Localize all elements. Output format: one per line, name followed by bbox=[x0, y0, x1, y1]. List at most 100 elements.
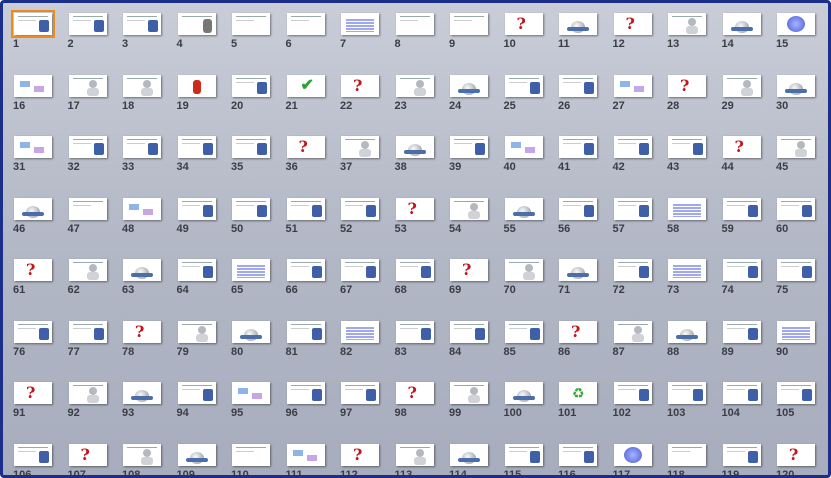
slide-thumbnail[interactable] bbox=[722, 320, 761, 343]
slide-item[interactable]: 55 bbox=[497, 193, 551, 253]
slide-thumbnail[interactable] bbox=[123, 443, 161, 466]
slide-thumbnail[interactable] bbox=[68, 320, 107, 343]
slide-item[interactable]: ? 61 bbox=[6, 254, 60, 314]
slide-item[interactable]: 52 bbox=[333, 193, 387, 253]
slide-item[interactable]: 47 bbox=[61, 193, 115, 253]
slide-item[interactable]: 3 bbox=[115, 8, 169, 68]
slide-item[interactable]: ♻ 101 bbox=[551, 377, 605, 437]
slide-thumbnail[interactable] bbox=[286, 259, 325, 281]
slide-thumbnail[interactable] bbox=[777, 13, 815, 35]
slide-thumbnail[interactable] bbox=[14, 136, 52, 158]
slide-thumbnail[interactable] bbox=[668, 197, 706, 220]
slide-item[interactable]: 35 bbox=[224, 131, 278, 191]
slide-item[interactable]: 54 bbox=[442, 193, 496, 253]
slide-thumbnail[interactable] bbox=[559, 74, 597, 97]
slide-item[interactable]: 11 bbox=[551, 8, 605, 68]
slide-thumbnail[interactable] bbox=[668, 136, 706, 158]
slide-item[interactable]: ? 120 bbox=[769, 439, 823, 475]
slide-item[interactable]: 31 bbox=[6, 131, 60, 191]
slide-thumbnail[interactable] bbox=[177, 74, 216, 97]
slide-item[interactable]: 70 bbox=[497, 254, 551, 314]
slide-thumbnail[interactable] bbox=[722, 382, 761, 404]
slide-thumbnail[interactable] bbox=[232, 259, 270, 281]
slide-thumbnail[interactable] bbox=[504, 259, 543, 281]
slide-item[interactable]: 96 bbox=[279, 377, 333, 437]
slide-thumbnail[interactable] bbox=[450, 74, 488, 97]
slide-thumbnail[interactable] bbox=[613, 320, 652, 343]
slide-thumbnail[interactable] bbox=[123, 197, 161, 220]
slide-thumbnail[interactable] bbox=[504, 320, 543, 343]
slide-item[interactable]: 40 bbox=[497, 131, 551, 191]
slide-thumbnail[interactable]: ? bbox=[68, 443, 107, 466]
slide-thumbnail[interactable]: ? bbox=[668, 74, 706, 97]
slide-thumbnail[interactable] bbox=[177, 136, 216, 158]
slide-thumbnail[interactable] bbox=[613, 259, 652, 281]
slide-thumbnail[interactable] bbox=[14, 74, 52, 97]
slide-item[interactable]: 117 bbox=[606, 439, 660, 475]
slide-thumbnail[interactable]: ♻ bbox=[559, 382, 597, 404]
slide-thumbnail[interactable] bbox=[777, 136, 815, 158]
slide-item[interactable]: 29 bbox=[715, 70, 769, 130]
slide-item[interactable]: 27 bbox=[606, 70, 660, 130]
slide-thumbnail[interactable] bbox=[559, 259, 597, 281]
slide-thumbnail[interactable] bbox=[232, 136, 270, 158]
slide-item[interactable]: 19 bbox=[170, 70, 224, 130]
slide-thumbnail[interactable] bbox=[68, 74, 107, 97]
slide-item[interactable]: 88 bbox=[660, 316, 714, 376]
slide-thumbnail[interactable] bbox=[341, 13, 379, 35]
slide-thumbnail[interactable] bbox=[123, 13, 161, 35]
slide-thumbnail[interactable] bbox=[177, 320, 216, 343]
slide-thumbnail[interactable]: ? bbox=[722, 136, 761, 158]
slide-item[interactable]: 59 bbox=[715, 193, 769, 253]
slide-item[interactable]: 17 bbox=[61, 70, 115, 130]
slide-thumbnail[interactable] bbox=[177, 382, 216, 404]
slide-thumbnail[interactable] bbox=[14, 197, 52, 220]
slide-item[interactable]: 102 bbox=[606, 377, 660, 437]
slide-thumbnail[interactable] bbox=[232, 443, 270, 466]
slide-item[interactable]: 115 bbox=[497, 439, 551, 475]
slide-thumbnail[interactable]: ? bbox=[450, 259, 488, 281]
slide-item[interactable]: 106 bbox=[6, 439, 60, 475]
slide-item[interactable]: 71 bbox=[551, 254, 605, 314]
slide-thumbnail[interactable] bbox=[232, 320, 270, 343]
slide-item[interactable]: 7 bbox=[333, 8, 387, 68]
slide-thumbnail[interactable] bbox=[395, 13, 434, 35]
slide-item[interactable]: 79 bbox=[170, 316, 224, 376]
slide-thumbnail[interactable] bbox=[777, 382, 815, 404]
slide-thumbnail[interactable] bbox=[341, 197, 379, 220]
slide-thumbnail[interactable] bbox=[613, 136, 652, 158]
slide-item[interactable]: 100 bbox=[497, 377, 551, 437]
slide-item[interactable]: 64 bbox=[170, 254, 224, 314]
slide-thumbnail[interactable] bbox=[123, 74, 161, 97]
slide-item[interactable]: ? 107 bbox=[61, 439, 115, 475]
slide-thumbnail[interactable]: ✔ bbox=[286, 74, 325, 97]
slide-item[interactable]: 38 bbox=[388, 131, 442, 191]
slide-thumbnail[interactable] bbox=[341, 259, 379, 281]
slide-thumbnail[interactable] bbox=[559, 13, 597, 35]
slide-thumbnail[interactable] bbox=[232, 382, 270, 404]
slide-thumbnail[interactable] bbox=[68, 13, 107, 35]
slide-thumbnail[interactable] bbox=[504, 197, 543, 220]
slide-thumbnail[interactable] bbox=[450, 197, 488, 220]
slide-item[interactable]: 39 bbox=[442, 131, 496, 191]
slide-item[interactable]: 74 bbox=[715, 254, 769, 314]
slide-item[interactable]: 77 bbox=[61, 316, 115, 376]
slide-item[interactable]: 104 bbox=[715, 377, 769, 437]
slide-thumbnail[interactable] bbox=[722, 197, 761, 220]
slide-item[interactable]: ? 112 bbox=[333, 439, 387, 475]
slide-thumbnail[interactable] bbox=[286, 443, 325, 466]
slide-item[interactable]: 116 bbox=[551, 439, 605, 475]
slide-thumbnail[interactable] bbox=[668, 13, 706, 35]
slide-item[interactable]: 95 bbox=[224, 377, 278, 437]
slide-thumbnail[interactable]: ? bbox=[395, 197, 434, 220]
slide-thumbnail[interactable] bbox=[504, 382, 543, 404]
slide-thumbnail[interactable]: ? bbox=[613, 13, 652, 35]
slide-item[interactable]: ? 44 bbox=[715, 131, 769, 191]
slide-item[interactable]: 108 bbox=[115, 439, 169, 475]
slide-thumbnail[interactable] bbox=[668, 443, 706, 466]
slide-thumbnail[interactable] bbox=[395, 74, 434, 97]
slide-item[interactable]: 43 bbox=[660, 131, 714, 191]
slide-thumbnail[interactable] bbox=[722, 259, 761, 281]
slide-item[interactable]: 9 bbox=[442, 8, 496, 68]
slide-item[interactable]: 58 bbox=[660, 193, 714, 253]
